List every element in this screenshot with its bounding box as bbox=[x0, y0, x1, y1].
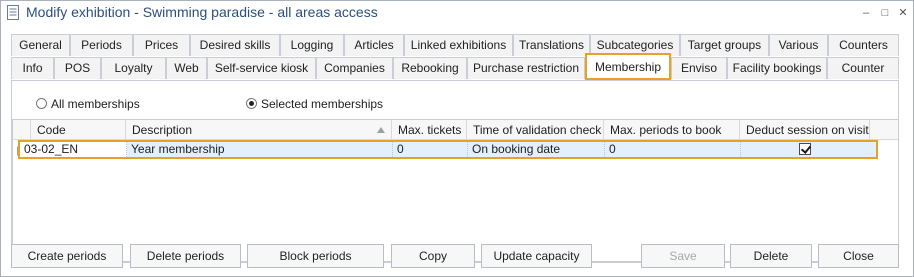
column-header-time-of-validation-check[interactable]: Time of validation check bbox=[467, 120, 604, 140]
title-bar: Modify exhibition - Swimming paradise - … bbox=[1, 1, 913, 25]
all-memberships-label: All memberships bbox=[51, 97, 140, 111]
column-header-description[interactable]: Description bbox=[126, 120, 392, 140]
tab-companies[interactable]: Companies bbox=[316, 57, 393, 79]
document-icon bbox=[7, 5, 19, 20]
tab-loyalty[interactable]: Loyalty bbox=[101, 57, 166, 79]
tab-various[interactable]: Various bbox=[769, 34, 828, 56]
selected-memberships-radio[interactable] bbox=[246, 98, 257, 109]
sort-ascending-icon[interactable] bbox=[377, 127, 385, 133]
update-capacity-button[interactable]: Update capacity bbox=[481, 244, 592, 268]
row-indicator-header bbox=[13, 120, 31, 140]
tab-periods[interactable]: Periods bbox=[70, 34, 133, 56]
cell-code[interactable]: 03-02_EN bbox=[20, 142, 127, 157]
tab-facility-bookings[interactable]: Facility bookings bbox=[727, 57, 827, 79]
maximize-icon[interactable]: □ bbox=[878, 6, 892, 20]
cell-time-of-validation-check[interactable]: On booking date bbox=[468, 142, 605, 157]
save-button[interactable]: Save bbox=[641, 244, 725, 268]
tab-general[interactable]: General bbox=[11, 34, 70, 56]
copy-button[interactable]: Copy bbox=[391, 244, 475, 268]
delete-periods-button[interactable]: Delete periods bbox=[130, 244, 241, 268]
column-header-code[interactable]: Code bbox=[31, 120, 126, 140]
tab-purchase-restriction[interactable]: Purchase restriction bbox=[467, 57, 585, 79]
block-periods-button[interactable]: Block periods bbox=[247, 244, 384, 268]
tab-prices[interactable]: Prices bbox=[133, 34, 190, 56]
tab-articles[interactable]: Articles bbox=[344, 34, 404, 56]
tab-enviso[interactable]: Enviso bbox=[671, 57, 727, 79]
grid-header: Code Description Max. tickets Time of va… bbox=[13, 120, 898, 140]
tab-counters[interactable]: Counters bbox=[828, 34, 899, 56]
close-icon[interactable]: ✕ bbox=[896, 6, 910, 20]
selected-memberships-label: Selected memberships bbox=[261, 97, 384, 111]
cell-deduct-session-on-visit[interactable] bbox=[741, 142, 876, 157]
tab-translations[interactable]: Translations bbox=[513, 34, 590, 56]
tab-web[interactable]: Web bbox=[166, 57, 207, 79]
table-row[interactable]: 03-02_EN Year membership 0 On booking da… bbox=[18, 140, 878, 159]
window-title: Modify exhibition - Swimming paradise - … bbox=[26, 4, 378, 20]
all-memberships-option[interactable]: All memberships bbox=[36, 97, 186, 113]
column-header-max-tickets[interactable]: Max. tickets bbox=[392, 120, 467, 140]
tab-pos[interactable]: POS bbox=[54, 57, 101, 79]
tab-info[interactable]: Info bbox=[11, 57, 54, 79]
tab-counter[interactable]: Counter bbox=[827, 57, 899, 79]
tab-self-service-kiosk[interactable]: Self-service kiosk bbox=[207, 57, 316, 79]
tab-target-groups[interactable]: Target groups bbox=[680, 34, 769, 56]
create-periods-button[interactable]: Create periods bbox=[11, 244, 123, 268]
minimize-icon[interactable]: – bbox=[859, 6, 873, 20]
deduct-session-checkbox[interactable] bbox=[799, 143, 811, 155]
close-button[interactable]: Close bbox=[818, 244, 899, 268]
membership-grid: Code Description Max. tickets Time of va… bbox=[12, 119, 899, 262]
delete-button[interactable]: Delete bbox=[730, 244, 812, 268]
tab-membership[interactable]: Membership bbox=[585, 53, 671, 80]
cell-description[interactable]: Year membership bbox=[127, 142, 393, 157]
cell-max-periods-to-book[interactable]: 0 bbox=[605, 142, 741, 157]
column-header-max-periods-to-book[interactable]: Max. periods to book bbox=[604, 120, 740, 140]
cell-max-tickets[interactable]: 0 bbox=[393, 142, 468, 157]
tab-logging[interactable]: Logging bbox=[280, 34, 344, 56]
selected-memberships-option[interactable]: Selected memberships bbox=[246, 97, 396, 113]
tab-linked-exhibitions[interactable]: Linked exhibitions bbox=[404, 34, 513, 56]
all-memberships-radio[interactable] bbox=[36, 98, 47, 109]
tab-desired-skills[interactable]: Desired skills bbox=[190, 34, 280, 56]
modify-exhibition-window: Modify exhibition - Swimming paradise - … bbox=[0, 0, 914, 277]
column-header-deduct-session-on-visit[interactable]: Deduct session on visit bbox=[740, 120, 870, 140]
tab-strip: General Periods Prices Desired skills Lo… bbox=[11, 34, 899, 81]
tab-rebooking[interactable]: Rebooking bbox=[393, 57, 467, 79]
